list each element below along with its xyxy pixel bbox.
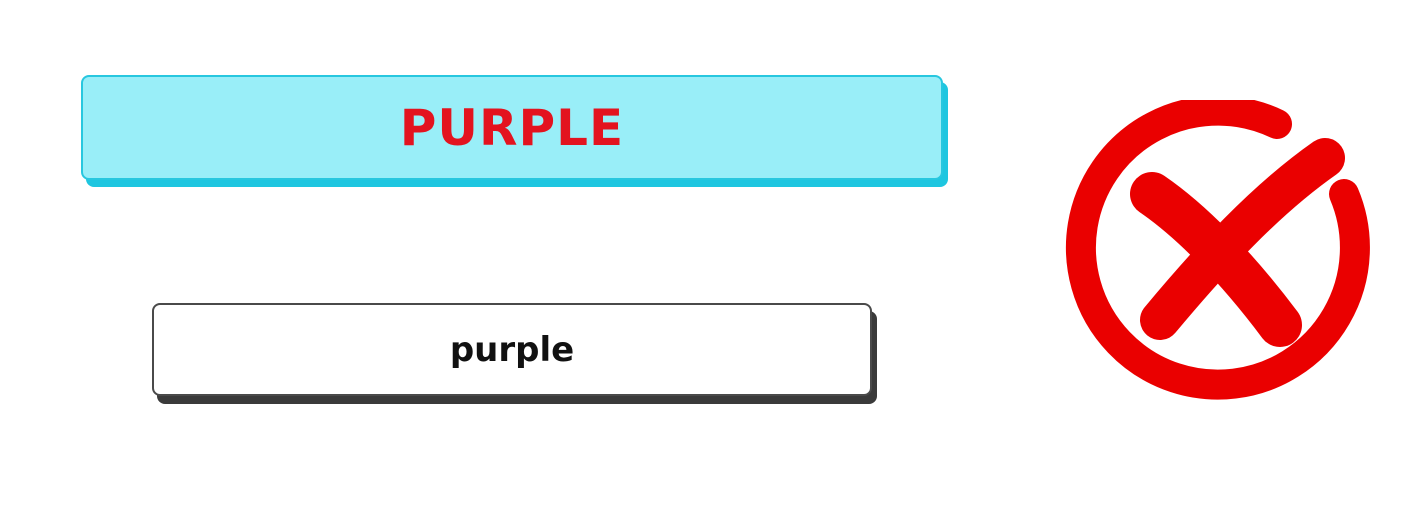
- prompt-word: PURPLE: [399, 98, 625, 157]
- answer-option-label: purple: [449, 329, 575, 370]
- prompt-card: PURPLE: [81, 75, 943, 180]
- answer-option-button[interactable]: purple: [152, 303, 872, 396]
- quiz-screen: PURPLE purple: [0, 0, 1416, 515]
- wrong-cross-circle-icon: [1065, 100, 1370, 400]
